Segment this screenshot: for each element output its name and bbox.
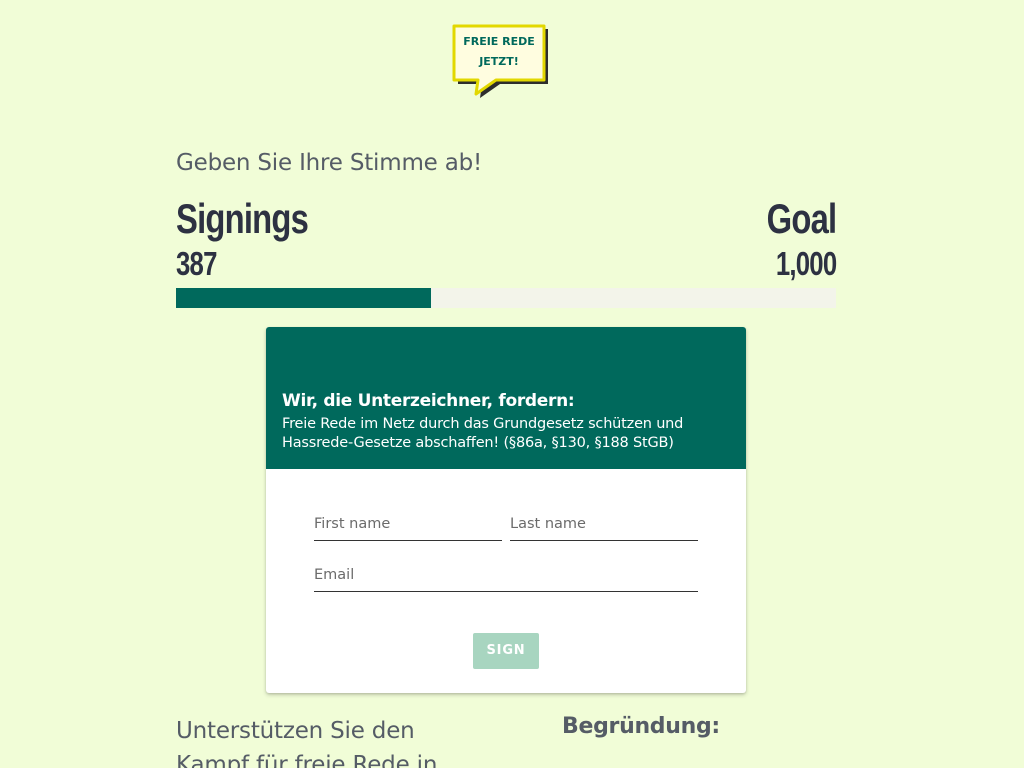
goal-label: Goal xyxy=(766,195,836,242)
petition-card: Wir, die Unterzeichner, fordern: Freie R… xyxy=(266,327,746,693)
first-name-placeholder: First name xyxy=(314,516,391,532)
support-heading: Unterstützen Sie den Kampf für freie Red… xyxy=(176,718,438,768)
last-name-placeholder: Last name xyxy=(510,516,586,532)
progress-bar-fill xyxy=(176,288,432,308)
goal-value: 1,000 xyxy=(775,245,836,282)
progress-bar xyxy=(176,288,836,308)
logo[interactable]: FREIE REDE JETZT! xyxy=(450,22,550,100)
email-placeholder: Email xyxy=(314,567,355,583)
reason-heading: Begründung: xyxy=(562,714,720,739)
goal-block: Goal 1,000 xyxy=(747,196,836,286)
speech-bubble-logo-icon: FREIE REDE JETZT! xyxy=(452,24,548,98)
petition-title: Wir, die Unterzeichner, fordern: xyxy=(282,391,575,411)
signings-label: Signings xyxy=(176,195,309,242)
petition-text: Freie Rede im Netz durch das Grundgesetz… xyxy=(282,416,684,451)
logo-line1: FREIE REDE xyxy=(463,35,535,48)
petition-card-header: Wir, die Unterzeichner, fordern: Freie R… xyxy=(266,327,746,469)
sign-button[interactable]: SIGN xyxy=(473,633,539,669)
last-name-field[interactable]: Last name xyxy=(510,512,698,541)
logo-line2: JETZT! xyxy=(478,55,519,68)
intro-heading: Geben Sie Ihre Stimme ab! xyxy=(176,150,483,176)
first-name-field[interactable]: First name xyxy=(314,512,502,541)
page: FREIE REDE JETZT! Geben Sie Ihre Stimme … xyxy=(0,0,1024,768)
signings-value: 387 xyxy=(176,245,217,282)
signature-counter: Signings 387 Goal 1,000 xyxy=(176,196,837,308)
signings-block: Signings 387 xyxy=(176,196,345,286)
email-field[interactable]: Email xyxy=(314,563,698,592)
